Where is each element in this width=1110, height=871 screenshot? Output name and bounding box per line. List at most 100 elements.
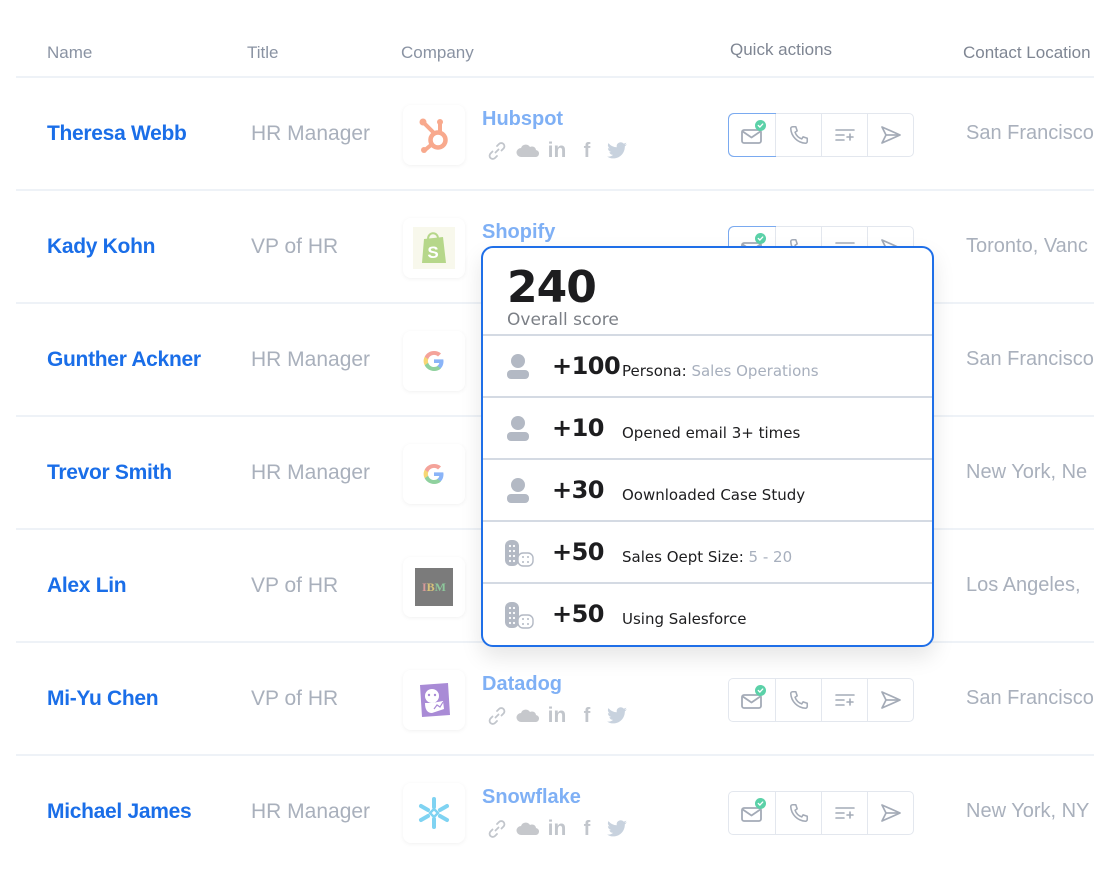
- linkedin-icon[interactable]: in: [542, 817, 572, 840]
- verified-check-icon: [755, 798, 766, 809]
- person-icon: [503, 414, 533, 444]
- contact-name-link[interactable]: Michael James: [47, 800, 192, 824]
- table-row: Theresa Webb HR Manager Hubspot in f San Fran…: [16, 78, 1094, 191]
- score-breakdown-list: +100 Persona: Sales Operations +10 Opened e…: [483, 336, 932, 645]
- person-icon: [503, 476, 533, 506]
- contact-location: New York, NY: [966, 800, 1090, 822]
- call-button[interactable]: [775, 792, 821, 834]
- call-button[interactable]: [775, 679, 821, 721]
- score-item: +10 Opened email 3+ times: [483, 398, 932, 460]
- linkedin-icon[interactable]: in: [542, 704, 572, 727]
- twitter-icon[interactable]: [602, 705, 632, 727]
- company-name-link[interactable]: Datadog: [482, 673, 562, 696]
- add-to-list-button[interactable]: [821, 679, 867, 721]
- contact-title: VP of HR: [251, 574, 339, 597]
- verified-check-icon: [755, 685, 766, 696]
- ibm-logo: IBM: [403, 557, 465, 617]
- contact-title: HR Manager: [251, 461, 371, 484]
- google-logo: [403, 331, 465, 391]
- company-name-link[interactable]: Hubspot: [482, 108, 563, 131]
- score-reason-label: Opened email 3+ times: [622, 424, 801, 442]
- overall-score-value: 240: [507, 262, 597, 313]
- contact-title: VP of HR: [251, 235, 339, 258]
- column-header-location[interactable]: Contact Location: [963, 43, 1091, 63]
- contact-name-link[interactable]: Mi-Yu Chen: [47, 687, 159, 711]
- lead-score-popover: 240 Overall score +100 Persona: Sales Ope…: [481, 246, 934, 647]
- company-icon: [503, 600, 534, 630]
- salesforce-icon[interactable]: [512, 140, 542, 162]
- company-social-links: inf: [482, 704, 632, 727]
- facebook-icon[interactable]: f: [572, 705, 602, 727]
- call-button[interactable]: [775, 114, 821, 156]
- column-header-company[interactable]: Company: [401, 43, 474, 63]
- email-button[interactable]: [728, 113, 776, 157]
- table-header: Name Title Company Quick actions Contact…: [16, 0, 1094, 78]
- score-item: +50 Sales Oept Size: 5 - 20: [483, 522, 932, 584]
- contact-name-link[interactable]: Gunther Ackner: [47, 348, 201, 372]
- column-header-name[interactable]: Name: [47, 43, 92, 63]
- score-item: +30 Oownloaded Case Study: [483, 460, 932, 522]
- score-reason-label: Sales Oept Size:: [622, 548, 744, 566]
- score-points: +30: [552, 476, 605, 504]
- score-item: +100 Persona: Sales Operations: [483, 336, 932, 398]
- company-social-links: inf: [482, 139, 632, 162]
- send-sequence-button[interactable]: [867, 679, 913, 721]
- overall-score-label: Overall score: [507, 310, 619, 330]
- contact-title: VP of HR: [251, 687, 339, 710]
- score-reason: Sales Oept Size: 5 - 20: [622, 548, 792, 566]
- company-name-link[interactable]: Snowflake: [482, 786, 581, 809]
- column-header-title[interactable]: Title: [247, 43, 279, 63]
- score-item: +50 Using Salesforce: [483, 584, 932, 645]
- facebook-icon[interactable]: f: [572, 818, 602, 840]
- contact-location: San Francisco: [966, 687, 1094, 709]
- contact-title: HR Manager: [251, 800, 371, 823]
- score-reason-value: Sales Operations: [691, 362, 819, 380]
- facebook-icon[interactable]: f: [572, 140, 602, 162]
- verified-check-icon: [755, 120, 766, 131]
- score-points: +100: [552, 352, 621, 380]
- link-icon[interactable]: [482, 140, 512, 162]
- twitter-icon[interactable]: [602, 140, 632, 162]
- quick-actions-group: [728, 678, 914, 722]
- company-icon: [503, 538, 534, 568]
- contact-title: HR Manager: [251, 348, 371, 371]
- salesforce-icon[interactable]: [512, 818, 542, 840]
- company-social-links: inf: [482, 817, 632, 840]
- score-reason: Opened email 3+ times: [622, 424, 800, 442]
- verified-check-icon: [755, 233, 766, 244]
- score-reason-value: 5 - 20: [748, 548, 793, 566]
- add-to-list-button[interactable]: [821, 114, 867, 156]
- email-button[interactable]: [729, 679, 775, 721]
- link-icon[interactable]: [482, 818, 512, 840]
- svg-text:IBM: IBM: [422, 580, 446, 594]
- score-points: +10: [552, 414, 605, 442]
- contact-name-link[interactable]: Trevor Smith: [47, 461, 172, 485]
- contact-name-link[interactable]: Kady Kohn: [47, 235, 155, 259]
- column-header-quick-actions: Quick actions: [730, 40, 833, 59]
- contact-location: New York, Ne: [966, 461, 1088, 483]
- company-name-link[interactable]: Shopify: [482, 221, 555, 244]
- contact-name-link[interactable]: Theresa Webb: [47, 122, 187, 146]
- contact-name-link[interactable]: Alex Lin: [47, 574, 127, 598]
- send-sequence-button[interactable]: [867, 792, 913, 834]
- score-points: +50: [552, 538, 605, 566]
- quick-actions-group: [728, 791, 914, 835]
- svg-text:S: S: [427, 243, 438, 262]
- datadog-logo: [403, 670, 465, 730]
- score-points: +50: [552, 600, 605, 628]
- salesforce-icon[interactable]: [512, 705, 542, 727]
- table-row: Mi-Yu Chen VP of HR Datadog in f San Francisc…: [16, 643, 1094, 756]
- email-button[interactable]: [729, 792, 775, 834]
- score-reason-label: Persona:: [622, 362, 687, 380]
- hubspot-logo: [403, 105, 465, 165]
- add-to-list-button[interactable]: [821, 792, 867, 834]
- twitter-icon[interactable]: [602, 818, 632, 840]
- table-row: Michael James HR Manager Snowflake in f New Y…: [16, 756, 1094, 869]
- send-sequence-button[interactable]: [867, 114, 913, 156]
- linkedin-icon[interactable]: in: [542, 139, 572, 162]
- contact-location: Los Angeles,: [966, 574, 1081, 596]
- contact-location: San Francisco: [966, 122, 1094, 144]
- score-reason: Persona: Sales Operations: [622, 362, 819, 380]
- link-icon[interactable]: [482, 705, 512, 727]
- snowflake-logo: [403, 783, 465, 843]
